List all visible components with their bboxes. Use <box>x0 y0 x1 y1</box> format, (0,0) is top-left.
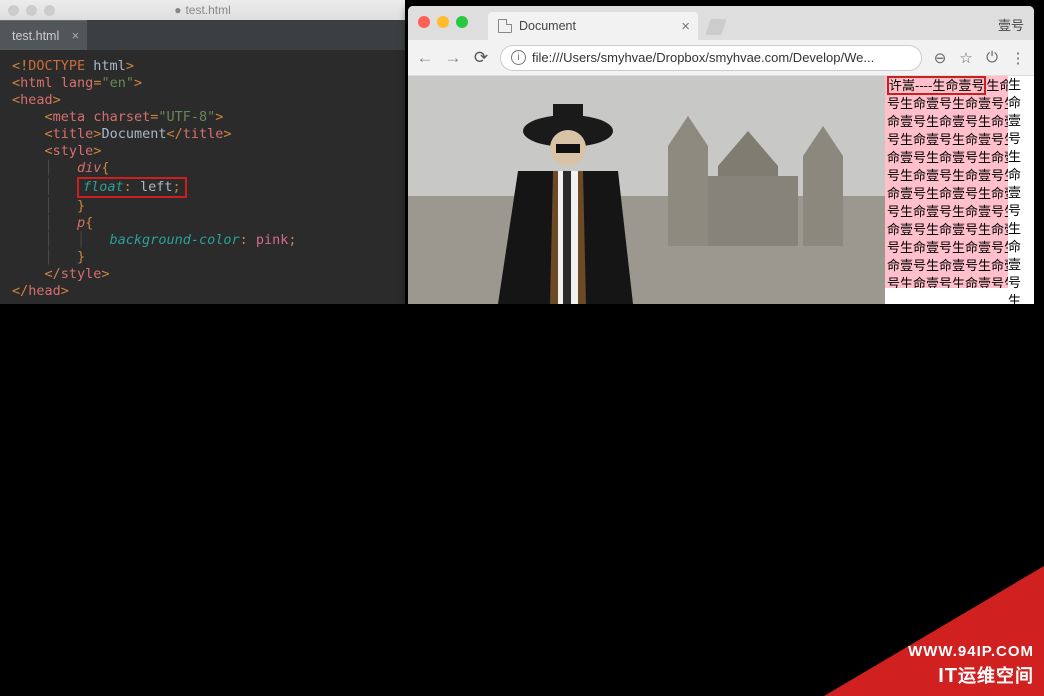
window-maximize-icon[interactable] <box>456 16 468 28</box>
browser-window: Document × 壹号 ← → ⟳ i file:///Users/smyh… <box>408 6 1034 304</box>
new-tab-button[interactable] <box>705 19 726 35</box>
browser-toolbar: ← → ⟳ i file:///Users/smyhvae/Dropbox/sm… <box>408 40 1034 76</box>
menu-icon[interactable]: ⋮ <box>1010 49 1026 67</box>
highlighted-first-line: 许嵩----生命壹号 <box>887 76 986 95</box>
browser-viewport: 许嵩----生命壹号生命壹号生命壹号生命壹号生命壹号生命壹号生命壹号生命壹号生命… <box>408 76 1034 304</box>
overflow-text: 生命壹号生命壹号生命壹号生命壹号生命壹号生命壹号生命壹 <box>1008 76 1032 304</box>
tab-close-icon[interactable]: × <box>681 18 690 35</box>
zoom-icon[interactable]: ⊖ <box>932 49 948 67</box>
address-bar[interactable]: i file:///Users/smyhvae/Dropbox/smyhvae.… <box>500 45 922 71</box>
star-icon[interactable]: ☆ <box>958 49 974 67</box>
watermark: WWW.94IP.COM IT运维空间 <box>824 566 1044 696</box>
watermark-it: IT <box>938 665 958 687</box>
back-button[interactable]: ← <box>416 48 434 68</box>
highlighted-code: float: left; <box>77 177 187 198</box>
floated-image <box>408 76 885 304</box>
traffic-light-max[interactable] <box>44 5 55 16</box>
traffic-light-close[interactable] <box>8 5 19 16</box>
site-info-icon[interactable]: i <box>511 50 526 65</box>
browser-tab-label: Document <box>519 19 576 33</box>
editor-tab-close-icon[interactable]: × <box>72 28 80 43</box>
window-minimize-icon[interactable] <box>437 16 449 28</box>
traffic-light-min[interactable] <box>26 5 37 16</box>
watermark-url: WWW.94IP.COM <box>908 643 1034 660</box>
file-icon <box>498 19 512 33</box>
power-icon[interactable]: ⏻ <box>984 49 1000 66</box>
profile-label[interactable]: 壹号 <box>998 15 1024 34</box>
code-editor-window: test.html × <!DOCTYPE html> <html lang="… <box>0 20 405 304</box>
editor-window-titlebar: ●test.html <box>0 0 405 20</box>
watermark-zh: 运维空间 <box>958 666 1034 686</box>
repeated-text: 生命壹号生命壹号生命壹号生命壹号生命壹号生命壹号生命壹号生命壹号生命壹号生命壹号… <box>887 78 1025 288</box>
forward-button: → <box>444 48 462 68</box>
editor-tab-label: test.html <box>12 29 59 43</box>
editor-tab-test[interactable]: test.html × <box>0 20 87 50</box>
editor-tab-strip: test.html × <box>0 20 405 50</box>
reload-button[interactable]: ⟳ <box>472 48 490 68</box>
editor-title-file: test.html <box>185 3 230 17</box>
browser-tab-strip: Document × 壹号 <box>408 6 1034 40</box>
window-close-icon[interactable] <box>418 16 430 28</box>
browser-tab-document[interactable]: Document × <box>488 12 698 40</box>
code-area[interactable]: <!DOCTYPE html> <html lang="en"> <head> … <box>0 50 405 304</box>
url-text: file:///Users/smyhvae/Dropbox/smyhvae.co… <box>532 50 874 65</box>
